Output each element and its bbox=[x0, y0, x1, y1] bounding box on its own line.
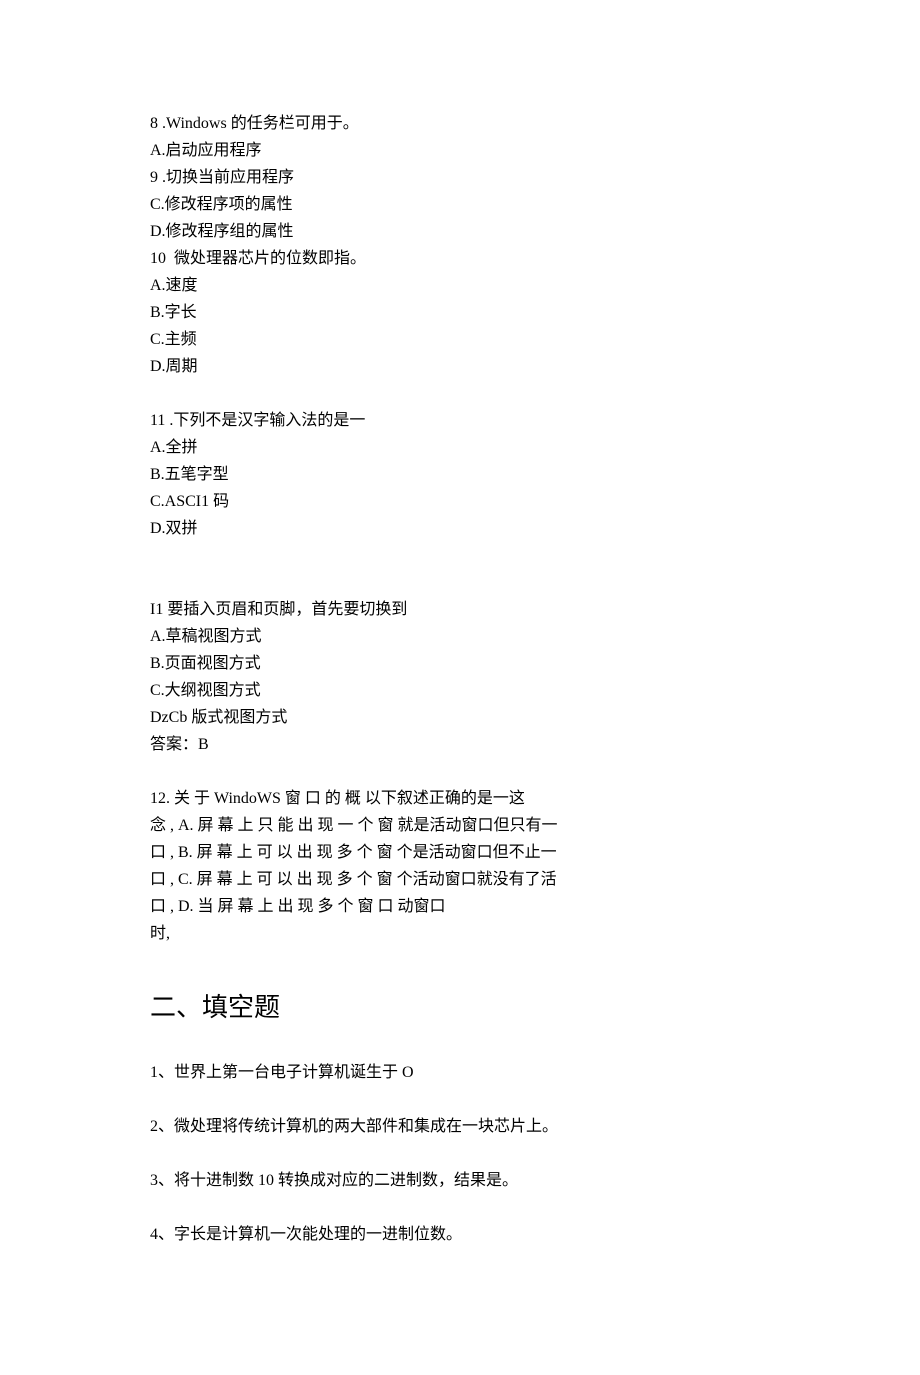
qI1-option-c: C.大纲视图方式 bbox=[150, 677, 770, 704]
fill-blank-1: 1、世界上第一台电子计算机诞生于 O bbox=[150, 1059, 770, 1086]
q8-option-c: C.修改程序项的属性 bbox=[150, 191, 770, 218]
q12-line-2: 念 , A. 屏 幕 上 只 能 出 现 一 个 窗 就是活动窗口但只有一 bbox=[150, 812, 770, 839]
spacer bbox=[150, 947, 770, 974]
fill-blank-2: 2、微处理将传统计算机的两大部件和集成在一块芯片上。 bbox=[150, 1113, 770, 1140]
q8-text: .Windows 的任务栏可用于。 bbox=[158, 115, 359, 132]
q11-text: .下列不是汉字输入法的是一 bbox=[165, 412, 365, 429]
q11-option-c: C.ASCI1 码 bbox=[150, 488, 770, 515]
q10-option-a: A.速度 bbox=[150, 272, 770, 299]
q11-number: 11 bbox=[150, 412, 165, 429]
q12-line-6: 时, bbox=[150, 920, 770, 947]
section-2-title: 二、填空题 bbox=[150, 988, 770, 1028]
q8-b-text: .切换当前应用程序 bbox=[158, 169, 294, 186]
q8-option-b: 9 .切换当前应用程序 bbox=[150, 164, 770, 191]
q10-option-b: B.字长 bbox=[150, 299, 770, 326]
q10-stem: 10 微处理器芯片的位数即指。 bbox=[150, 245, 770, 272]
spacer bbox=[150, 758, 770, 785]
fill-blank-3: 3、将十进制数 10 转换成对应的二进制数，结果是。 bbox=[150, 1167, 770, 1194]
q11-option-a: A.全拼 bbox=[150, 434, 770, 461]
qI1-option-b: B.页面视图方式 bbox=[150, 650, 770, 677]
q8-stem: 8 .Windows 的任务栏可用于。 bbox=[150, 110, 770, 137]
q10-option-d: D.周期 bbox=[150, 353, 770, 380]
q10-text: 微处理器芯片的位数即指。 bbox=[166, 250, 366, 267]
fill-blank-4: 4、字长是计算机一次能处理的一进制位数。 bbox=[150, 1221, 770, 1248]
qI1-option-d: DzCb 版式视图方式 bbox=[150, 704, 770, 731]
q11-option-d: D.双拼 bbox=[150, 515, 770, 542]
spacer bbox=[150, 380, 770, 407]
spacer bbox=[150, 569, 770, 596]
q8-option-d: D.修改程序组的属性 bbox=[150, 218, 770, 245]
q8-b-number: 9 bbox=[150, 169, 158, 186]
q11-option-b: B.五笔字型 bbox=[150, 461, 770, 488]
spacer bbox=[150, 1032, 770, 1059]
q11-stem: 11 .下列不是汉字输入法的是一 bbox=[150, 407, 770, 434]
spacer bbox=[150, 542, 770, 569]
q12-line-5: 口 , D. 当 屏 幕 上 出 现 多 个 窗 口 动窗口 bbox=[150, 893, 770, 920]
document-page: 8 .Windows 的任务栏可用于。 A.启动应用程序 9 .切换当前应用程序… bbox=[0, 0, 920, 1375]
qI1-stem: I1 要插入页眉和页脚，首先要切换到 bbox=[150, 596, 770, 623]
qI1-answer: 答案：B bbox=[150, 731, 770, 758]
q10-option-c: C.主频 bbox=[150, 326, 770, 353]
q8-number: 8 bbox=[150, 115, 158, 132]
qI1-option-a: A.草稿视图方式 bbox=[150, 623, 770, 650]
q8-option-a: A.启动应用程序 bbox=[150, 137, 770, 164]
q12-line-1: 12. 关 于 WindoWS 窗 口 的 概 以下叙述正确的是一这 bbox=[150, 785, 770, 812]
q12-line-3: 口 , B. 屏 幕 上 可 以 出 现 多 个 窗 个是活动窗口但不止一 bbox=[150, 839, 770, 866]
q10-number: 10 bbox=[150, 250, 166, 267]
q12-line-4: 口 , C. 屏 幕 上 可 以 出 现 多 个 窗 个活动窗口就没有了活 bbox=[150, 866, 770, 893]
